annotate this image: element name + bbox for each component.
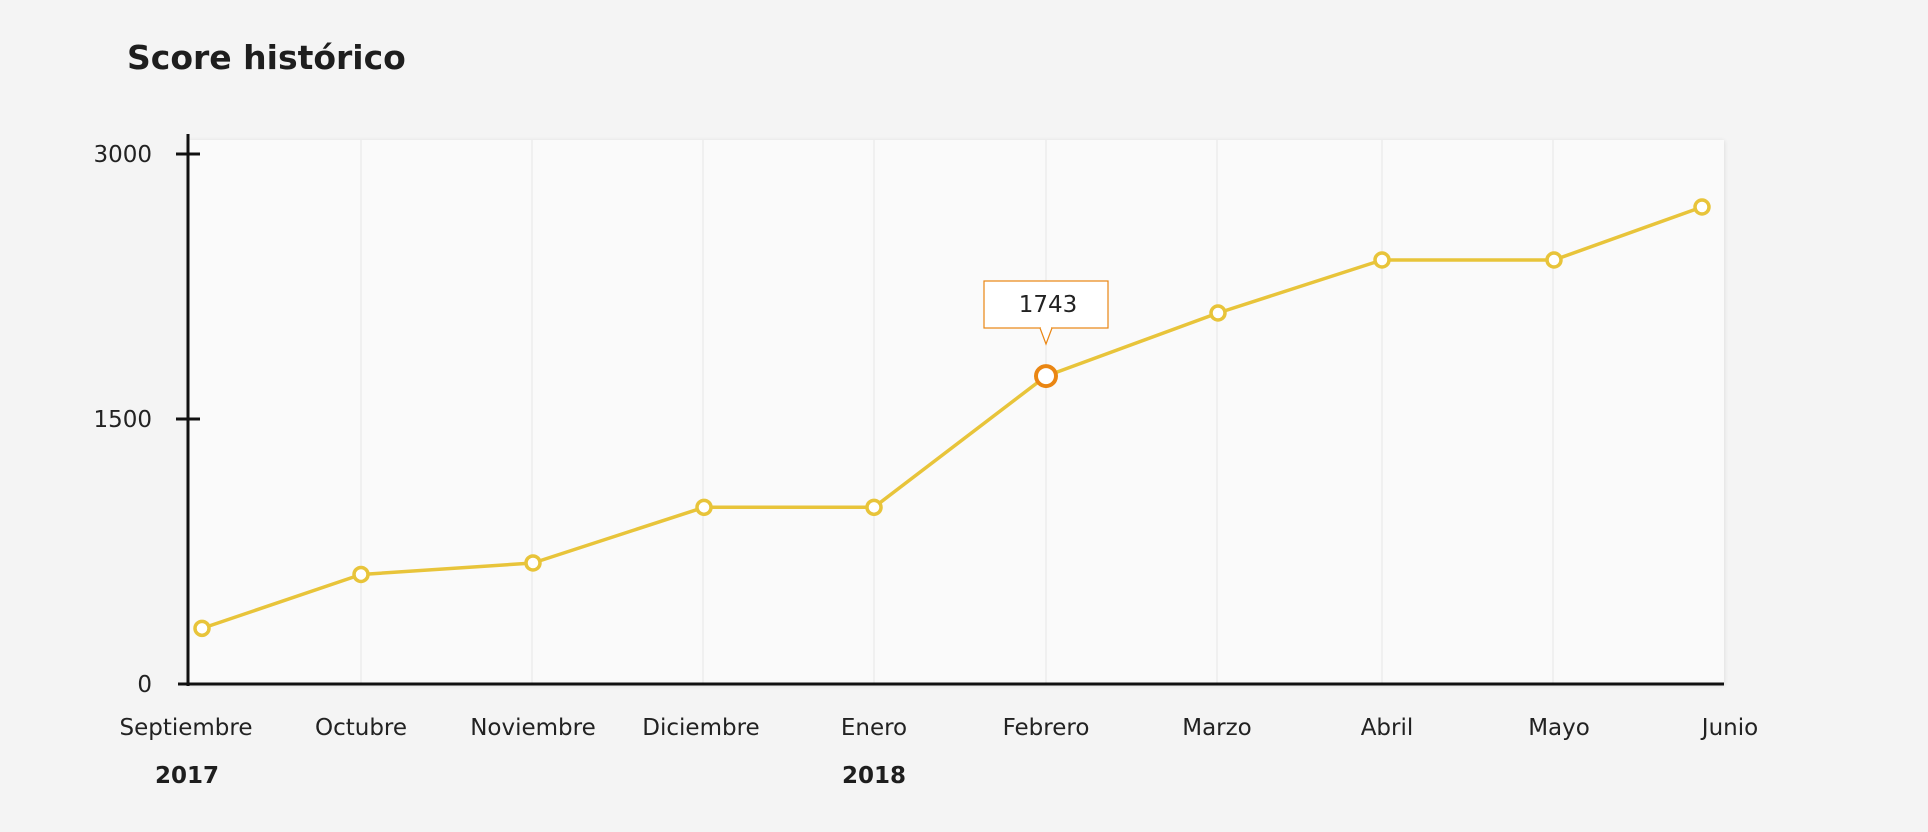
x-tick-label: Mayo [1528, 715, 1590, 741]
tooltip-value: 1743 [1019, 292, 1078, 318]
x-tick-label: Diciembre [642, 715, 759, 741]
data-point[interactable] [352, 565, 370, 584]
data-point[interactable] [1373, 251, 1391, 269]
chart-page: Score histórico 0 1500 3000 Septiembre Octub… [0, 0, 1928, 832]
plot-area [188, 140, 1724, 684]
line-chart: 0 1500 3000 Septiembre Octubre Noviembre Dicie… [93, 134, 1758, 789]
x-tick-label: Febrero [1003, 715, 1090, 741]
data-point[interactable] [695, 498, 713, 517]
y-tick-label: 3000 [93, 142, 152, 168]
x-tick-label: Enero [841, 715, 907, 741]
y-tick-label: 0 [137, 672, 152, 698]
data-point[interactable] [193, 619, 211, 638]
data-point-highlighted[interactable] [1034, 364, 1058, 389]
data-point[interactable] [524, 554, 542, 572]
data-point[interactable] [1209, 304, 1227, 322]
y-tick-label: 1500 [93, 407, 152, 433]
data-point[interactable] [1545, 251, 1563, 269]
year-label: 2017 [155, 763, 219, 789]
x-tick-label: Noviembre [470, 715, 596, 741]
data-point[interactable] [865, 498, 883, 517]
x-tick-label: Marzo [1182, 715, 1252, 741]
x-tick-label: Octubre [315, 715, 407, 741]
year-label: 2018 [842, 763, 906, 789]
x-tick-label: Junio [1700, 715, 1758, 741]
data-point[interactable] [1693, 198, 1711, 216]
x-tick-label: Septiembre [119, 715, 252, 741]
x-tick-label: Abril [1361, 715, 1414, 741]
